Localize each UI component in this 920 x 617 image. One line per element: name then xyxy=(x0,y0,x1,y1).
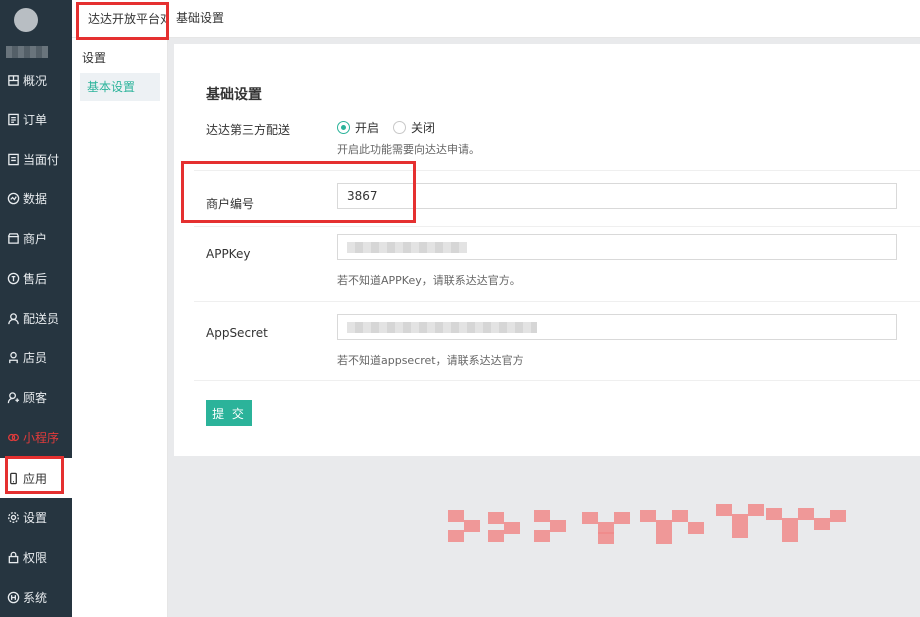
appsecret-value-blurred xyxy=(347,322,537,333)
nav-item-courier[interactable]: 配送员 xyxy=(0,298,72,338)
form-title: 基础设置 xyxy=(206,87,262,103)
appkey-value-blurred xyxy=(347,242,467,253)
nav-item-clerk[interactable]: 店员 xyxy=(0,337,72,377)
nav-item-settings[interactable]: 设置 xyxy=(0,497,72,537)
delivery-radio-group: 开启 关闭 xyxy=(337,119,449,136)
submit-button[interactable]: 提 交 xyxy=(206,400,252,426)
nav-item-overview[interactable]: 概况 xyxy=(0,60,72,100)
settings-form: 基础设置 达达第三方配送 开启 关闭 开启此功能需要向达达申请。 商户编号 AP… xyxy=(174,44,920,456)
radio-on-label[interactable]: 开启 xyxy=(355,119,379,136)
appsecret-hint: 若不知道appsecret，请联系达达官方 xyxy=(337,354,524,367)
nav-item-data[interactable]: 数据 xyxy=(0,178,72,218)
nav-item-orders[interactable]: 订单 xyxy=(0,99,72,139)
appkey-label: APPKey xyxy=(206,247,251,261)
avatar[interactable] xyxy=(14,8,38,32)
main-nav: 概况 订单 当面付 数据 商户 售后 配送员 店员 顾客 小程序 应用 设置 权… xyxy=(0,0,72,617)
annotation-box-apps xyxy=(5,456,64,494)
sidebar-item-basic-settings[interactable]: 基本设置 xyxy=(80,73,160,101)
radio-off-label[interactable]: 关闭 xyxy=(411,119,435,136)
appkey-hint: 若不知道APPKey，请联系达达官方。 xyxy=(337,274,521,287)
delivery-hint: 开启此功能需要向达达申请。 xyxy=(337,143,480,156)
nav-item-facepay[interactable]: 当面付 xyxy=(0,139,72,179)
radio-off[interactable] xyxy=(393,121,407,134)
miniapp-icon xyxy=(6,430,20,444)
nav-item-aftersale[interactable]: 售后 xyxy=(0,258,72,298)
order-icon xyxy=(6,112,20,126)
nav-item-merchant[interactable]: 商户 xyxy=(0,218,72,258)
appkey-input[interactable] xyxy=(337,234,897,260)
annotation-box-merchant-no xyxy=(181,161,416,223)
annotation-box-tab xyxy=(76,2,169,40)
system-icon xyxy=(6,590,20,604)
pay-icon xyxy=(6,152,20,166)
courier-icon xyxy=(6,311,20,325)
gear-icon xyxy=(6,510,20,524)
tab-bar: 达达开放平台对 基础设置 xyxy=(72,0,920,38)
divider xyxy=(194,226,920,227)
appsecret-input[interactable] xyxy=(337,314,897,340)
overview-icon xyxy=(6,73,20,87)
pixelated-watermark xyxy=(426,500,856,550)
nav-item-customer[interactable]: 顾客 xyxy=(0,377,72,417)
nav-item-permissions[interactable]: 权限 xyxy=(0,537,72,577)
content-area: 基础设置 达达第三方配送 开启 关闭 开启此功能需要向达达申请。 商户编号 AP… xyxy=(168,38,920,617)
divider xyxy=(194,380,920,381)
divider xyxy=(194,301,920,302)
clerk-icon xyxy=(6,350,20,364)
appsecret-label: AppSecret xyxy=(206,326,268,340)
nav-item-miniapp[interactable]: 小程序 xyxy=(0,417,72,457)
merchant-no-input[interactable] xyxy=(337,183,897,209)
secondary-sidebar: 设置 基本设置 xyxy=(72,0,168,617)
delivery-label: 达达第三方配送 xyxy=(206,123,291,137)
username-blurred xyxy=(6,46,48,58)
tab-basic-settings[interactable]: 基础设置 xyxy=(176,0,224,36)
customer-icon xyxy=(6,390,20,404)
nav-item-system[interactable]: 系统 xyxy=(0,577,72,617)
shop-icon xyxy=(6,231,20,245)
data-icon xyxy=(6,191,20,205)
after-sale-icon xyxy=(6,271,20,285)
sidebar-title: 设置 xyxy=(82,51,107,65)
radio-on[interactable] xyxy=(337,121,350,134)
lock-icon xyxy=(6,550,20,564)
